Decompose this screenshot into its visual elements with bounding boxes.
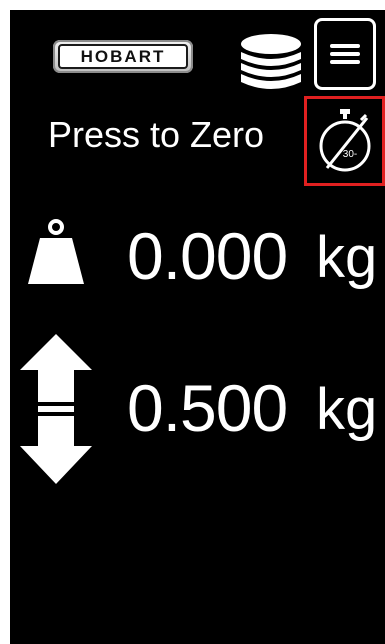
- tare-weight-value: 0.500: [127, 371, 288, 445]
- brand-logo-text: HOBART: [58, 44, 188, 69]
- net-weight-unit: kg: [316, 225, 378, 290]
- weight-icon: [28, 219, 84, 284]
- timer-text: 30-: [342, 149, 356, 160]
- menu-button[interactable]: [314, 18, 376, 90]
- stopwatch-icon: 30-: [319, 109, 370, 172]
- scale-screen: HOBART Press to Zero 30- 0.000 kg 0.500 …: [10, 10, 385, 644]
- hamburger-menu-icon: [330, 44, 360, 64]
- up-down-arrows-icon: [20, 334, 92, 484]
- timer-button[interactable]: 30-: [304, 96, 385, 186]
- database-icon[interactable]: [239, 32, 303, 96]
- net-weight-value: 0.000: [127, 219, 288, 293]
- tare-weight-unit: kg: [316, 377, 378, 442]
- hobart-logo: HOBART: [53, 40, 193, 73]
- press-to-zero-button[interactable]: Press to Zero: [48, 114, 264, 156]
